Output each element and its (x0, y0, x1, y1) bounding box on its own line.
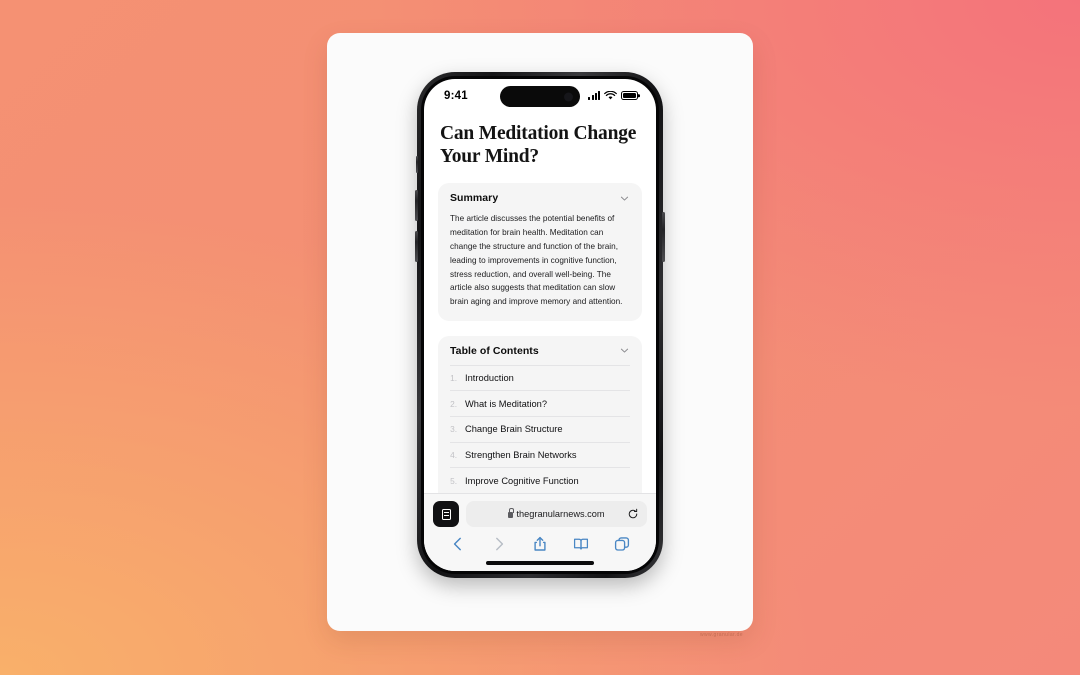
toc-item-number: 1. (450, 373, 457, 384)
tabs-icon[interactable] (614, 536, 630, 552)
dynamic-island (500, 86, 580, 107)
home-indicator (486, 561, 594, 565)
list-item[interactable]: 5. Improve Cognitive Function (450, 467, 630, 493)
toc-item-label: Improve Cognitive Function (465, 475, 579, 486)
toc-item-label: Introduction (465, 373, 514, 384)
summary-panel: Summary The article discusses the potent… (438, 183, 642, 321)
status-time: 9:41 (444, 89, 468, 102)
article-title: Can Meditation Change Your Mind? (440, 123, 637, 168)
list-item[interactable]: 1. Introduction (450, 364, 630, 391)
book-icon[interactable] (573, 536, 589, 552)
toc-item-number: 2. (450, 398, 457, 409)
summary-heading: Summary (450, 192, 499, 205)
volume-up-button[interactable] (415, 190, 418, 221)
toc-heading: Table of Contents (450, 344, 539, 357)
list-item[interactable]: 2. What is Meditation? (450, 390, 630, 416)
chevron-down-icon[interactable] (619, 345, 630, 356)
toc-item-number: 3. (450, 424, 457, 435)
webpage-content: Can Meditation Change Your Mind? Summary… (424, 112, 656, 505)
list-item[interactable]: 4. Strengthen Brain Networks (450, 441, 630, 468)
table-of-contents-panel: Table of Contents 1. Introduction 2. Wha… (438, 335, 642, 505)
chevron-down-icon[interactable] (619, 193, 630, 204)
toc-item-label: What is Meditation? (465, 398, 548, 409)
volume-down-button[interactable] (415, 231, 418, 262)
silent-switch[interactable] (415, 156, 418, 173)
toc-item-number: 4. (450, 449, 457, 460)
address-bar-row: thegranularnews.com (433, 501, 647, 527)
lock-icon (508, 508, 515, 518)
share-icon[interactable] (532, 536, 548, 552)
status-indicators (588, 90, 638, 101)
front-camera-icon (564, 92, 573, 101)
browser-toolbar (433, 527, 647, 557)
reader-mode-icon (441, 508, 451, 520)
url-text: thegranularnews.com (516, 509, 605, 519)
toc-item-number: 5. (450, 475, 457, 486)
toc-panel-header[interactable]: Table of Contents (438, 336, 642, 365)
toc-item-label: Strengthen Brain Networks (465, 449, 577, 460)
summary-panel-header[interactable]: Summary (438, 183, 642, 212)
summary-text: The article discusses the potential bene… (450, 214, 623, 307)
power-button[interactable] (662, 212, 665, 262)
chevron-right-icon[interactable] (491, 536, 507, 552)
list-item[interactable]: 3. Change Brain Structure (450, 416, 630, 442)
signal-bars-icon (588, 91, 600, 100)
iphone-mockup: 9:41 Can Meditation Change Your Mind? Su… (415, 72, 665, 578)
toc-list: 1. Introduction 2. What is Meditation? 3… (438, 364, 642, 505)
status-bar: 9:41 (424, 79, 656, 112)
address-bar[interactable]: thegranularnews.com (466, 501, 647, 527)
chevron-left-icon[interactable] (450, 536, 466, 552)
safari-toolbar: thegranularnews.com (424, 493, 656, 571)
phone-screen: 9:41 Can Meditation Change Your Mind? Su… (424, 79, 656, 571)
toc-item-label: Change Brain Structure (465, 424, 563, 435)
wifi-icon (604, 90, 617, 99)
reload-icon[interactable] (627, 508, 639, 520)
battery-icon (621, 91, 638, 100)
watermark: www.granular.de (700, 632, 743, 638)
reader-mode-button[interactable] (433, 501, 459, 527)
